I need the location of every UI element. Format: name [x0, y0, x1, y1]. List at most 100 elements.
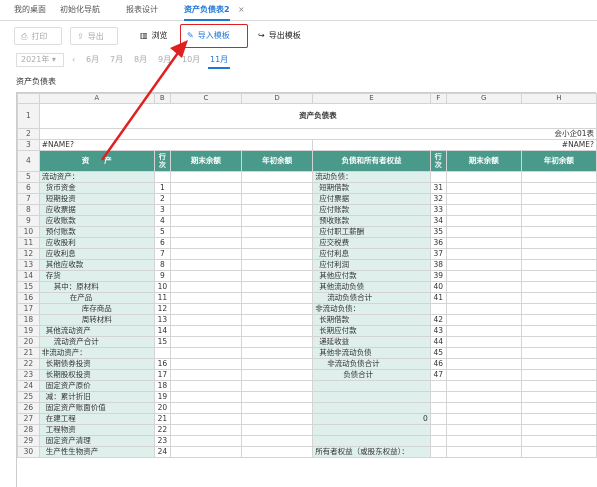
line-no-cell[interactable]: 14 [153, 325, 171, 337]
column-header[interactable]: H [520, 93, 597, 104]
end-balance-cell[interactable] [169, 380, 243, 392]
end-balance-cell-2[interactable] [445, 259, 522, 271]
asset-label-cell[interactable]: 流动资产合计 [38, 336, 155, 348]
begin-balance-cell-2[interactable] [520, 358, 597, 370]
spreadsheet[interactable]: A B C D E F G H 1 资产负债表 2 会小企01表 3 #NAME… [16, 93, 597, 487]
end-balance-cell-2[interactable] [445, 281, 522, 293]
row-header[interactable]: 10 [17, 226, 40, 238]
end-balance-cell[interactable] [169, 369, 243, 381]
line-no-cell-2[interactable]: 41 [429, 292, 447, 304]
begin-balance-cell[interactable] [240, 314, 314, 326]
sheet-title[interactable]: 资产负债表 [38, 103, 597, 129]
end-balance-cell-2[interactable] [445, 314, 522, 326]
asset-label-cell[interactable]: 存货 [38, 270, 155, 282]
end-balance-header[interactable]: 期末余额 [169, 150, 243, 172]
row-header[interactable]: 29 [17, 435, 40, 447]
line-no-cell-2[interactable]: 46 [429, 358, 447, 370]
begin-balance-cell-2[interactable] [520, 215, 597, 227]
line-no-cell-2[interactable] [429, 391, 447, 403]
line-no-cell[interactable]: 17 [153, 369, 171, 381]
column-header[interactable]: D [240, 93, 314, 104]
liab-label-cell[interactable]: 应付票据 [312, 193, 431, 205]
end-balance-cell[interactable] [169, 270, 243, 282]
ref-cell-left[interactable]: #NAME? [38, 139, 314, 151]
begin-balance-cell-2[interactable] [520, 336, 597, 348]
liab-label-cell[interactable]: 应付利息 [312, 248, 431, 260]
liab-label-cell[interactable]: 应付利润 [312, 259, 431, 271]
line-no-cell[interactable]: 13 [153, 314, 171, 326]
end-balance-cell-2[interactable] [445, 358, 522, 370]
row-header[interactable]: 26 [17, 402, 40, 414]
asset-label-cell[interactable]: 应收利息 [38, 248, 155, 260]
begin-balance-cell[interactable] [240, 402, 314, 414]
begin-balance-cell[interactable] [240, 336, 314, 348]
line-no-cell-2[interactable] [429, 446, 447, 458]
begin-balance-cell-2[interactable] [520, 413, 597, 425]
liab-label-cell[interactable]: 负债合计 [312, 369, 431, 381]
begin-balance-cell-2[interactable] [520, 369, 597, 381]
line-no-cell[interactable]: 11 [153, 292, 171, 304]
row-header[interactable]: 22 [17, 358, 40, 370]
begin-balance-cell[interactable] [240, 215, 314, 227]
asset-label-cell[interactable]: 货币资金 [38, 182, 155, 194]
begin-balance-cell[interactable] [240, 424, 314, 436]
liab-header[interactable]: 负债和所有者权益 [312, 150, 431, 172]
asset-label-cell[interactable]: 生产性生物资产 [38, 446, 155, 458]
export-template-button[interactable]: ↪ 导出模板 [252, 27, 307, 45]
end-balance-cell-2[interactable] [445, 336, 522, 348]
line-no-cell[interactable]: 10 [153, 281, 171, 293]
asset-label-cell[interactable]: 库存商品 [38, 303, 155, 315]
end-balance-cell-2[interactable] [445, 204, 522, 216]
begin-balance-cell[interactable] [240, 171, 314, 183]
row-header[interactable]: 16 [17, 292, 40, 304]
tab-balance-sheet[interactable]: 资产负债表2 [184, 0, 230, 21]
row-header[interactable]: 28 [17, 424, 40, 436]
column-header[interactable]: B [153, 93, 171, 104]
export-button[interactable]: ⇪ 导出 [70, 27, 118, 45]
formula-bar[interactable] [16, 86, 596, 93]
begin-balance-cell-2[interactable] [520, 248, 597, 260]
end-balance-cell-2[interactable] [445, 292, 522, 304]
line-no-cell-2[interactable] [429, 380, 447, 392]
browse-button[interactable]: ▥ 浏览 [134, 27, 174, 45]
column-header[interactable]: C [169, 93, 243, 104]
end-balance-cell-2[interactable] [445, 380, 522, 392]
end-balance-cell[interactable] [169, 391, 243, 403]
begin-balance-cell-2[interactable] [520, 226, 597, 238]
end-balance-cell[interactable] [169, 347, 243, 359]
liab-label-cell[interactable]: 非流动负债： [312, 303, 431, 315]
liab-label-cell[interactable]: 流动负债： [312, 171, 431, 183]
begin-balance-cell[interactable] [240, 248, 314, 260]
month-8[interactable]: 8月 [134, 52, 147, 68]
begin-balance-cell[interactable] [240, 358, 314, 370]
begin-balance-cell[interactable] [240, 204, 314, 216]
line-no-cell-2[interactable]: 38 [429, 259, 447, 271]
line-no-cell[interactable]: 18 [153, 380, 171, 392]
begin-balance-cell-2[interactable] [520, 193, 597, 205]
line-no-cell-2[interactable]: 40 [429, 281, 447, 293]
end-balance-cell[interactable] [169, 237, 243, 249]
begin-balance-cell[interactable] [240, 237, 314, 249]
liab-label-cell[interactable]: 预收账款 [312, 215, 431, 227]
begin-balance-cell-2[interactable] [520, 292, 597, 304]
line-no-cell-2[interactable]: 43 [429, 325, 447, 337]
end-balance-cell-2[interactable] [445, 391, 522, 403]
tab-my-desktop[interactable]: 我的桌面 [14, 0, 46, 20]
close-icon[interactable]: × [238, 0, 245, 20]
begin-balance-cell[interactable] [240, 413, 314, 425]
end-balance-cell[interactable] [169, 193, 243, 205]
asset-label-cell[interactable]: 非流动资产： [38, 347, 155, 359]
begin-balance-cell[interactable] [240, 325, 314, 337]
begin-balance-cell-2[interactable] [520, 204, 597, 216]
liab-label-cell[interactable]: 流动负债合计 [312, 292, 431, 304]
month-7[interactable]: 7月 [110, 52, 123, 68]
row-header[interactable]: 30 [17, 446, 40, 458]
begin-balance-cell[interactable] [240, 226, 314, 238]
begin-balance-cell[interactable] [240, 292, 314, 304]
asset-label-cell[interactable]: 预付账款 [38, 226, 155, 238]
line-no-cell[interactable]: 2 [153, 193, 171, 205]
liab-label-cell[interactable]: 长期借款 [312, 314, 431, 326]
asset-label-cell[interactable]: 应收股利 [38, 237, 155, 249]
end-balance-cell-2[interactable] [445, 226, 522, 238]
liab-label-cell[interactable]: 0 [312, 413, 431, 425]
